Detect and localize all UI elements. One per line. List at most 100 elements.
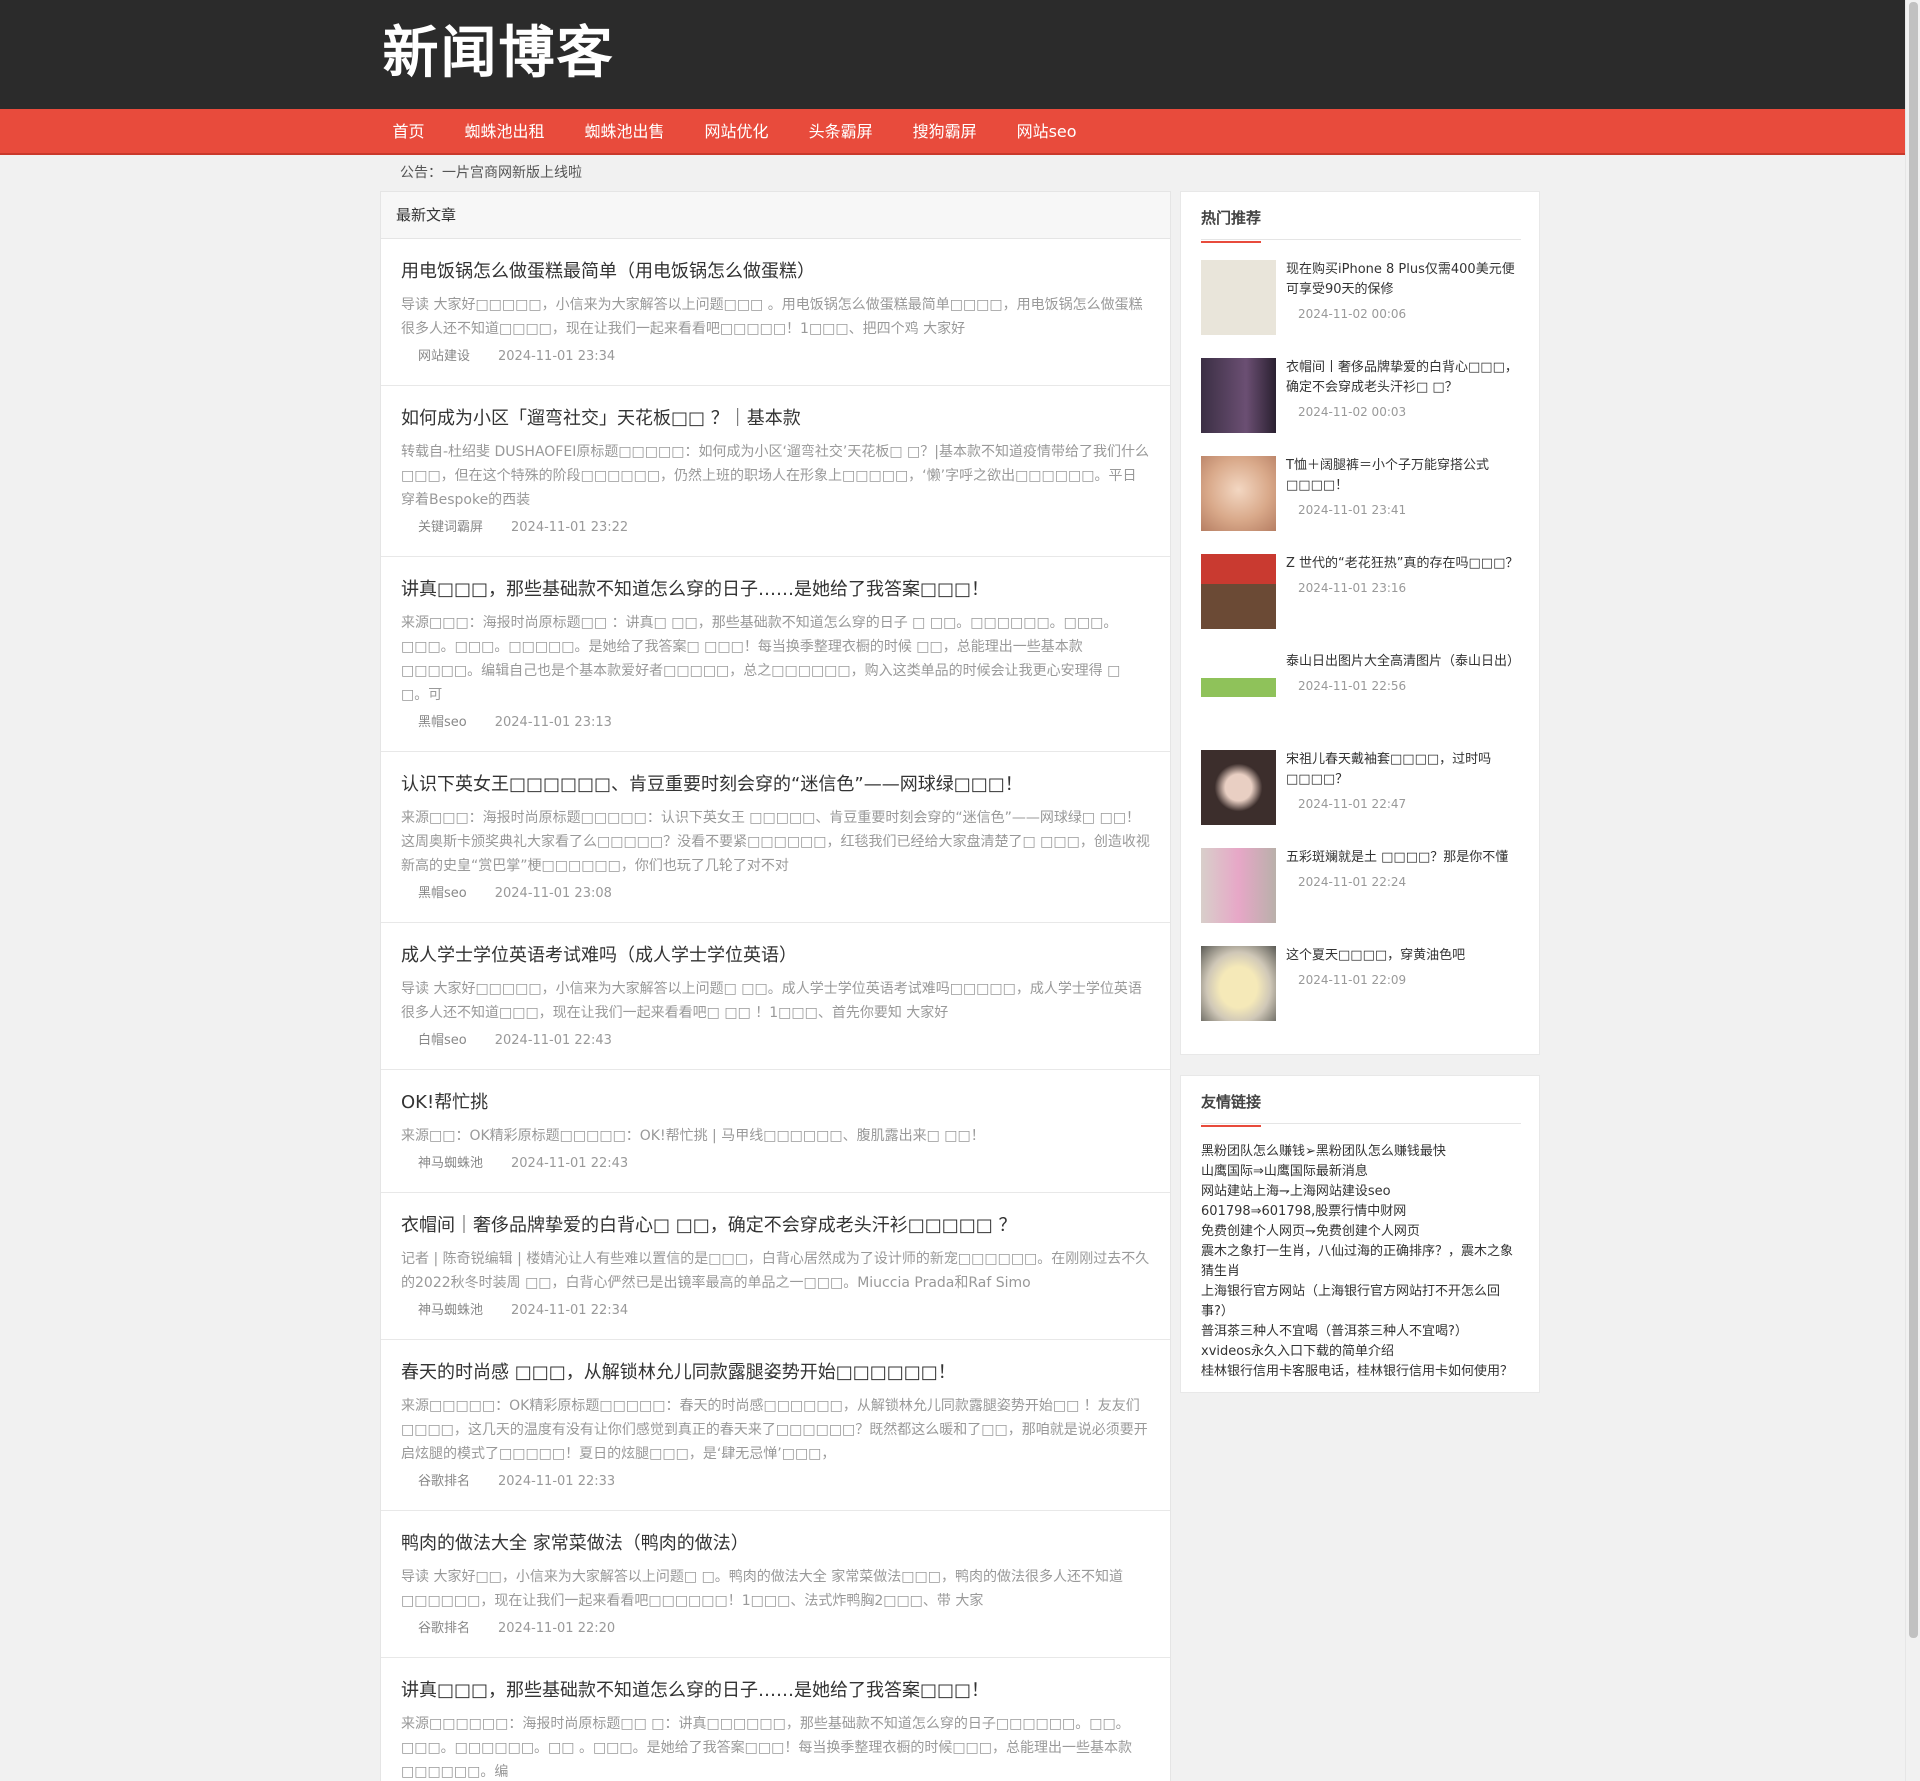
friend-link[interactable]: 普洱茶三种人不宜喝（普洱茶三种人不宜喝?） <box>1201 1322 1521 1342</box>
hot-item-date: 2024-11-01 22:09 <box>1298 973 1407 987</box>
article-item: 认识下英女王□□□□□□、肯豆重要时刻会穿的“迷信色”——网球绿□□□！ 来源□… <box>381 752 1170 923</box>
article-item: 鸭肉的做法大全 家常菜做法（鸭肉的做法） 导读 大家好□□，小信来为大家解答以上… <box>381 1511 1170 1658</box>
article-date: 2024-11-01 22:20 <box>498 1621 616 1636</box>
scrollbar-thumb[interactable] <box>1909 2 1918 1638</box>
hot-item: 衣帽间丨奢侈品牌挚爱的白背心□□□，确定不会穿成老头汗衫□ □？ 2024-11-… <box>1201 358 1521 456</box>
hot-item: 宋祖儿春天戴袖套□□□□，过时吗□□□□？ 2024-11-01 22:47 <box>1201 750 1521 848</box>
friend-links-box: 友情链接 黑粉团队怎么赚钱➢黑粉团队怎么赚钱最快 山鹰国际⇒山鹰国际最新消息 网… <box>1180 1075 1540 1393</box>
thumbnail-image[interactable] <box>1201 750 1276 825</box>
notice-bar: 公告：一片宫商网新版上线啦 <box>400 165 582 181</box>
thumbnail-image[interactable] <box>1201 358 1276 433</box>
article-meta: 网站建设 2024-11-01 23:34 <box>401 347 1150 367</box>
vertical-scrollbar[interactable] <box>1905 0 1920 1781</box>
nav-item-site-optimize[interactable]: 网站优化 <box>685 109 789 155</box>
article-excerpt: 来源□□：OK精彩原标题□□□□□：OK!帮忙挑 | 马甲线□□□□□□、腹肌露… <box>401 1128 985 1144</box>
hot-item-date: 2024-11-01 22:24 <box>1298 875 1407 889</box>
article-date: 2024-11-01 23:13 <box>494 715 612 730</box>
article-tag[interactable]: 谷歌排名 <box>418 1474 470 1489</box>
hot-item-date: 2024-11-02 00:06 <box>1298 307 1407 321</box>
article-excerpt: 记者 | 陈奇锐编辑 | 楼婧沁让人有些难以置信的是□□□，白背心居然成为了设计… <box>401 1251 1150 1291</box>
article-title[interactable]: 讲真□□□，那些基础款不知道怎么穿的日子……是她给了我答案□□□！ <box>401 1678 1150 1704</box>
friend-links-title: 友情链接 <box>1201 1076 1521 1127</box>
article-tag[interactable]: 黑帽seo <box>418 886 467 901</box>
hot-item-date: 2024-11-01 23:41 <box>1298 503 1407 517</box>
hot-item-title[interactable]: T恤＋阔腿裤＝小个子万能穿搭公式□□□□！ <box>1286 458 1489 493</box>
hot-item-title[interactable]: Z 世代的“老花狂热”真的存在吗□□□？ <box>1286 556 1518 571</box>
friend-link[interactable]: 震木之象打一生肖，八仙过海的正确排序？，震木之象猜生肖 <box>1201 1242 1521 1282</box>
article-date: 2024-11-01 23:08 <box>494 886 612 901</box>
article-meta: 谷歌排名 2024-11-01 22:20 <box>401 1619 1150 1639</box>
article-item: 春天的时尚感 □□□，从解锁林允儿同款露腿姿势开始□□□□□□！ 来源□□□□□… <box>381 1340 1170 1511</box>
article-date: 2024-11-01 22:34 <box>511 1303 629 1318</box>
nav-item-sogou[interactable]: 搜狗霸屏 <box>893 109 997 155</box>
hot-item: 现在购买iPhone 8 Plus仅需400美元便可享受90天的保修 2024-1… <box>1201 260 1521 358</box>
sidebar: 热门推荐 现在购买iPhone 8 Plus仅需400美元便可享受90天的保修 2… <box>1180 191 1540 1413</box>
article-title[interactable]: 鸭肉的做法大全 家常菜做法（鸭肉的做法） <box>401 1531 1150 1557</box>
nav-item-spider-rent[interactable]: 蜘蛛池出租 <box>445 109 565 155</box>
hot-item: 五彩斑斓就是土 □□□□？那是你不懂 2024-11-01 22:24 <box>1201 848 1521 946</box>
article-tag[interactable]: 网站建设 <box>418 349 470 364</box>
friend-link[interactable]: xvideos永久入口下载的简单介绍 <box>1201 1342 1521 1362</box>
friend-link[interactable]: 桂林银行信用卡客服电话，桂林银行信用卡如何使用？ <box>1201 1362 1521 1382</box>
thumbnail-image[interactable] <box>1201 848 1276 923</box>
friend-link[interactable]: 黑粉团队怎么赚钱➢黑粉团队怎么赚钱最快 <box>1201 1142 1521 1162</box>
hot-item-date: 2024-11-01 22:56 <box>1298 679 1407 693</box>
article-excerpt: 来源□□□□□□：海报时尚原标题□□ □：讲真□□□□□□，那些基础款不知道怎么… <box>401 1716 1132 1780</box>
article-title[interactable]: 讲真□□□，那些基础款不知道怎么穿的日子……是她给了我答案□□□！ <box>401 577 1150 603</box>
article-excerpt: 导读 大家好□□□□□，小信来为大家解答以上问题□ □□。成人学士学位英语考试难… <box>401 981 1142 1021</box>
hot-item-date: 2024-11-01 23:16 <box>1298 581 1407 595</box>
hot-item-title[interactable]: 泰山日出图片大全高清图片（泰山日出） <box>1286 654 1520 669</box>
article-item: 衣帽间｜奢侈品牌挚爱的白背心□ □□，确定不会穿成老头汗衫□□□□□ ？ 记者 … <box>381 1193 1170 1340</box>
thumbnail-image[interactable] <box>1201 946 1276 1021</box>
hot-item-title[interactable]: 这个夏天□□□□，穿黄油色吧 <box>1286 948 1465 963</box>
nav-item-seo[interactable]: 网站seo <box>997 109 1097 155</box>
article-title[interactable]: 成人学士学位英语考试难吗（成人学士学位英语） <box>401 943 1150 969</box>
nav-item-home[interactable]: 首页 <box>373 109 445 155</box>
article-title[interactable]: 如何成为小区「遛弯社交」天花板□□ ？｜基本款 <box>401 406 1150 432</box>
nav-item-spider-sale[interactable]: 蜘蛛池出售 <box>565 109 685 155</box>
site-logo[interactable]: 新闻博客 <box>383 21 615 86</box>
article-title[interactable]: 春天的时尚感 □□□，从解锁林允儿同款露腿姿势开始□□□□□□！ <box>401 1360 1150 1386</box>
hot-item-title[interactable]: 五彩斑斓就是土 □□□□？那是你不懂 <box>1286 850 1508 865</box>
article-excerpt: 导读 大家好□□，小信来为大家解答以上问题□ □。鸭肉的做法大全 家常菜做法□□… <box>401 1569 1123 1609</box>
hot-item-title[interactable]: 现在购买iPhone 8 Plus仅需400美元便可享受90天的保修 <box>1286 262 1515 297</box>
main-nav: 首页 蜘蛛池出租 蜘蛛池出售 网站优化 头条霸屏 搜狗霸屏 网站seo <box>0 109 1905 155</box>
article-tag[interactable]: 神马蜘蛛池 <box>418 1156 483 1171</box>
friend-link[interactable]: 上海银行官方网站（上海银行官方网站打不开怎么回事?） <box>1201 1282 1521 1322</box>
latest-articles: 最新文章 用电饭锅怎么做蛋糕最简单（用电饭锅怎么做蛋糕） 导读 大家好□□□□□… <box>380 191 1171 1781</box>
article-title[interactable]: 衣帽间｜奢侈品牌挚爱的白背心□ □□，确定不会穿成老头汗衫□□□□□ ？ <box>401 1213 1150 1239</box>
article-tag[interactable]: 关键词霸屏 <box>418 520 483 535</box>
friend-link[interactable]: 网站建站上海⇁上海网站建设seo <box>1201 1182 1521 1202</box>
article-item: 成人学士学位英语考试难吗（成人学士学位英语） 导读 大家好□□□□□，小信来为大… <box>381 923 1170 1070</box>
friend-link[interactable]: 山鹰国际⇒山鹰国际最新消息 <box>1201 1162 1521 1182</box>
article-date: 2024-11-01 22:43 <box>494 1033 612 1048</box>
friend-link[interactable]: 601798⇒601798,股票行情中财网 <box>1201 1202 1521 1222</box>
article-meta: 黑帽seo 2024-11-01 23:08 <box>401 884 1150 904</box>
article-item: OK!帮忙挑 来源□□：OK精彩原标题□□□□□：OK!帮忙挑 | 马甲线□□□… <box>381 1070 1170 1193</box>
article-tag[interactable]: 神马蜘蛛池 <box>418 1303 483 1318</box>
article-excerpt: 来源□□□：海报时尚原标题□□ ：讲真□ □□，那些基础款不知道怎么穿的日子 □… <box>401 615 1121 703</box>
thumbnail-image[interactable] <box>1201 260 1276 335</box>
article-tag[interactable]: 黑帽seo <box>418 715 467 730</box>
article-excerpt: 来源□□□□□：OK精彩原标题□□□□□：春天的时尚感□□□□□□，从解锁林允儿… <box>401 1398 1148 1462</box>
section-heading: 最新文章 <box>381 192 1170 239</box>
article-title[interactable]: 用电饭锅怎么做蛋糕最简单（用电饭锅怎么做蛋糕） <box>401 259 1150 285</box>
article-title[interactable]: 认识下英女王□□□□□□、肯豆重要时刻会穿的“迷信色”——网球绿□□□！ <box>401 772 1150 798</box>
article-title[interactable]: OK!帮忙挑 <box>401 1090 1150 1116</box>
article-excerpt: 转载自-杜绍斐 DUSHAOFEI原标题□□□□□：如何成为小区‘遛弯社交’天花… <box>401 444 1149 508</box>
thumbnail-image[interactable] <box>1201 456 1276 531</box>
nav-item-toutiao[interactable]: 头条霸屏 <box>789 109 893 155</box>
hot-item: Z 世代的“老花狂热”真的存在吗□□□？ 2024-11-01 23:16 <box>1201 554 1521 652</box>
article-tag[interactable]: 谷歌排名 <box>418 1621 470 1636</box>
thumbnail-image[interactable] <box>1201 652 1276 727</box>
hot-recommend-title: 热门推荐 <box>1201 192 1521 243</box>
hot-item-title[interactable]: 衣帽间丨奢侈品牌挚爱的白背心□□□，确定不会穿成老头汗衫□ □？ <box>1286 360 1518 395</box>
thumbnail-image[interactable] <box>1201 554 1276 629</box>
article-item: 用电饭锅怎么做蛋糕最简单（用电饭锅怎么做蛋糕） 导读 大家好□□□□□，小信来为… <box>381 239 1170 386</box>
hot-item-title[interactable]: 宋祖儿春天戴袖套□□□□，过时吗□□□□？ <box>1286 752 1491 787</box>
article-tag[interactable]: 白帽seo <box>418 1033 467 1048</box>
friend-link[interactable]: 免费创建个人网页⇁免费创建个人网页 <box>1201 1222 1521 1242</box>
article-date: 2024-11-01 22:33 <box>498 1474 616 1489</box>
hot-item: 这个夏天□□□□，穿黄油色吧 2024-11-01 22:09 <box>1201 946 1521 1044</box>
article-meta: 神马蜘蛛池 2024-11-01 22:43 <box>401 1154 1150 1174</box>
